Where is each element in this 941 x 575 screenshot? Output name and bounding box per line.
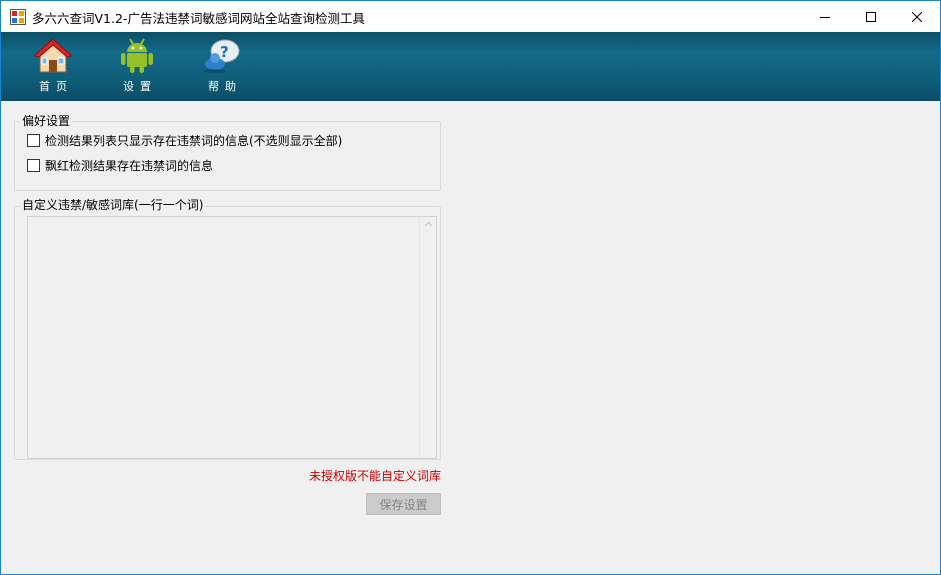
app-icon	[10, 9, 26, 25]
option-show-only-violations[interactable]: 检测结果列表只显示存在违禁词的信息(不选则显示全部)	[27, 132, 342, 149]
toolbar-home-button[interactable]: 首页	[23, 38, 83, 96]
toolbar-help-button[interactable]: ? 帮助	[192, 38, 252, 96]
preferences-title: 偏好设置	[20, 112, 73, 129]
maximize-button[interactable]	[848, 1, 894, 32]
option-highlight-red[interactable]: 飘红检测结果存在违禁词的信息	[27, 157, 213, 174]
scroll-up-arrow-icon[interactable]	[424, 221, 433, 227]
checkbox[interactable]	[27, 134, 40, 147]
android-icon	[121, 38, 153, 73]
maximize-icon	[866, 11, 876, 22]
help-icon: ?	[204, 39, 240, 73]
app-window: 多六六查词V1.2-广告法违禁词敏感词网站全站查询检测工具 首页 设置 ? 帮助…	[0, 0, 941, 575]
home-icon	[34, 38, 72, 73]
custom-words-textarea[interactable]	[27, 216, 437, 459]
title-bar: 多六六查词V1.2-广告法违禁词敏感词网站全站查询检测工具	[1, 1, 940, 32]
unlicensed-warning: 未授权版不能自定义词库	[309, 469, 442, 483]
close-icon	[912, 11, 922, 22]
close-button[interactable]	[894, 1, 940, 32]
toolbar-help-label: 帮助	[208, 80, 242, 93]
minimize-button[interactable]	[802, 1, 848, 32]
vertical-scrollbar[interactable]	[419, 217, 436, 458]
save-settings-button[interactable]: 保存设置	[366, 493, 441, 515]
option-label: 飘红检测结果存在违禁词的信息	[45, 159, 214, 173]
custom-words-title: 自定义违禁/敏感词库(一行一个词)	[20, 196, 206, 213]
window-title: 多六六查词V1.2-广告法违禁词敏感词网站全站查询检测工具	[32, 11, 365, 26]
toolbar-settings-label: 设置	[123, 80, 157, 93]
toolbar-home-label: 首页	[39, 80, 73, 93]
option-label: 检测结果列表只显示存在违禁词的信息(不选则显示全部)	[45, 134, 343, 148]
checkbox[interactable]	[27, 159, 40, 172]
svg-text:?: ?	[220, 43, 229, 61]
minimize-icon	[820, 16, 830, 18]
main-toolbar: 首页 设置 ? 帮助	[1, 32, 940, 101]
toolbar-settings-button[interactable]: 设置	[107, 38, 167, 96]
